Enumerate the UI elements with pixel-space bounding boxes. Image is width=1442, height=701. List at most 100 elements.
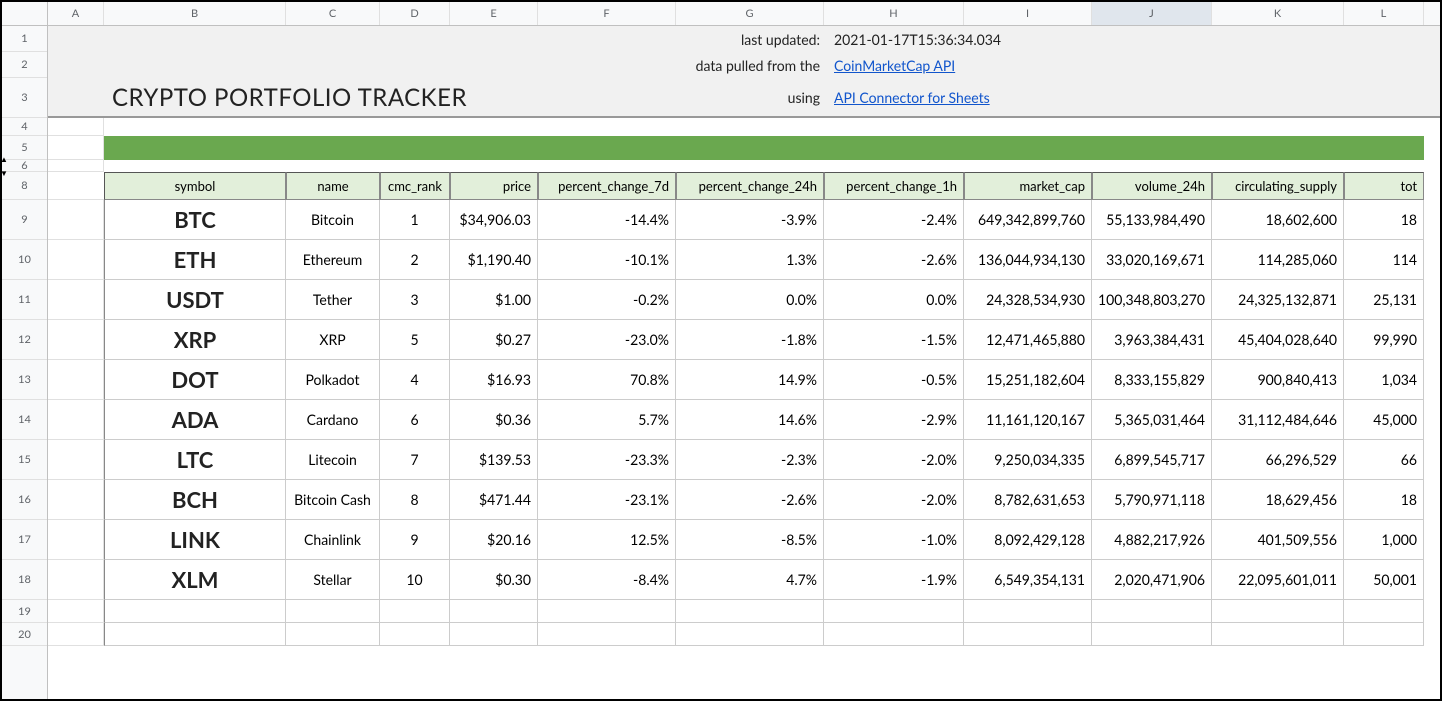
cell-rank[interactable]: 10 xyxy=(380,560,450,600)
cell-circ[interactable]: 22,095,601,011 xyxy=(1212,560,1344,600)
cell-price[interactable]: $1,190.40 xyxy=(450,240,538,280)
row-header-12[interactable]: 12 xyxy=(2,320,47,360)
cell-rank[interactable]: 2 xyxy=(380,240,450,280)
col-header-H[interactable]: H xyxy=(824,2,964,25)
cell-J19[interactable] xyxy=(1092,600,1212,623)
cell-B20[interactable] xyxy=(104,623,286,646)
cell-vol[interactable]: 100,348,803,270 xyxy=(1092,280,1212,320)
cell-circ[interactable]: 114,285,060 xyxy=(1212,240,1344,280)
cell-vol[interactable]: 5,790,971,118 xyxy=(1092,480,1212,520)
cell-symbol[interactable]: BTC xyxy=(104,200,286,240)
cell-circ[interactable]: 24,325,132,871 xyxy=(1212,280,1344,320)
cell-H20[interactable] xyxy=(824,623,964,646)
cell-rank[interactable]: 7 xyxy=(380,440,450,480)
cell-L19[interactable] xyxy=(1344,600,1424,623)
cell-total[interactable]: 66 xyxy=(1344,440,1424,480)
row-header-17[interactable]: 17 xyxy=(2,520,47,560)
cell-pc7d[interactable]: -23.3% xyxy=(538,440,676,480)
cell-A19[interactable] xyxy=(48,600,104,623)
collapse-up-icon[interactable]: ▲ xyxy=(0,154,8,164)
cell-circ[interactable]: 31,112,484,646 xyxy=(1212,400,1344,440)
row-header-18[interactable]: 18 xyxy=(2,560,47,600)
cell-pc24h[interactable]: -2.3% xyxy=(676,440,824,480)
cell-mcap[interactable]: 649,342,899,760 xyxy=(964,200,1092,240)
collapse-down-icon[interactable]: ▼ xyxy=(0,168,8,178)
cell-price[interactable]: $34,906.03 xyxy=(450,200,538,240)
th-name[interactable]: name xyxy=(286,172,380,200)
cell-pc24h[interactable]: -2.6% xyxy=(676,480,824,520)
cell-pc1h[interactable]: 0.0% xyxy=(824,280,964,320)
cell-pc7d[interactable]: -0.2% xyxy=(538,280,676,320)
cell-mcap[interactable]: 8,782,631,653 xyxy=(964,480,1092,520)
cell-A1[interactable] xyxy=(48,26,104,52)
th-total[interactable]: tot xyxy=(1344,172,1424,200)
cell-B19[interactable] xyxy=(104,600,286,623)
cell-circ[interactable]: 45,404,028,640 xyxy=(1212,320,1344,360)
cell-symbol[interactable]: BCH xyxy=(104,480,286,520)
cell-total[interactable]: 18 xyxy=(1344,480,1424,520)
th-mcap[interactable]: market_cap xyxy=(964,172,1092,200)
row-header-11[interactable]: 11 xyxy=(2,280,47,320)
th-symbol[interactable]: symbol xyxy=(104,172,286,200)
cell-B2[interactable] xyxy=(104,52,538,78)
cell-total[interactable]: 50,001 xyxy=(1344,560,1424,600)
cell-pc24h[interactable]: 1.3% xyxy=(676,240,824,280)
cell-A3[interactable] xyxy=(48,78,104,116)
select-all-corner[interactable] xyxy=(2,2,47,26)
cell-pc7d[interactable]: 12.5% xyxy=(538,520,676,560)
row-header-20[interactable]: 20 xyxy=(2,623,47,646)
row-header-2[interactable]: 2 xyxy=(2,52,47,78)
cell-symbol[interactable]: ADA xyxy=(104,400,286,440)
cell-vol[interactable]: 4,882,217,926 xyxy=(1092,520,1212,560)
col-header-J[interactable]: J xyxy=(1092,2,1212,25)
row-header-5[interactable]: 5 xyxy=(2,136,47,160)
cell-pc1h[interactable]: -1.5% xyxy=(824,320,964,360)
cell-rank[interactable]: 3 xyxy=(380,280,450,320)
row-header-13[interactable]: 13 xyxy=(2,360,47,400)
th-pc1h[interactable]: percent_change_1h xyxy=(824,172,964,200)
cell-total[interactable]: 114 xyxy=(1344,240,1424,280)
cell-E19[interactable] xyxy=(450,600,538,623)
cell-K20[interactable] xyxy=(1212,623,1344,646)
cell-B1[interactable] xyxy=(104,26,538,52)
col-header-C[interactable]: C xyxy=(286,2,380,25)
cell-price[interactable]: $139.53 xyxy=(450,440,538,480)
cell-pc7d[interactable]: -8.4% xyxy=(538,560,676,600)
cell-A4[interactable] xyxy=(48,118,104,136)
cell-symbol[interactable]: XRP xyxy=(104,320,286,360)
cell-A2[interactable] xyxy=(48,52,104,78)
cell-pc7d[interactable]: -14.4% xyxy=(538,200,676,240)
col-header-L[interactable]: L xyxy=(1344,2,1424,25)
cell-F19[interactable] xyxy=(538,600,676,623)
cell-pc7d[interactable]: -23.0% xyxy=(538,320,676,360)
cell-mcap[interactable]: 136,044,934,130 xyxy=(964,240,1092,280)
coinmarketcap-link[interactable]: CoinMarketCap API xyxy=(834,57,955,74)
cell-A5[interactable] xyxy=(48,136,104,160)
cell-total[interactable]: 25,131 xyxy=(1344,280,1424,320)
col-header-I[interactable]: I xyxy=(964,2,1092,25)
cell-circ[interactable]: 18,602,600 xyxy=(1212,200,1344,240)
cell-symbol[interactable]: LINK xyxy=(104,520,286,560)
row-header-10[interactable]: 10 xyxy=(2,240,47,280)
cell-vol[interactable]: 8,333,155,829 xyxy=(1092,360,1212,400)
cell-vol[interactable]: 55,133,984,490 xyxy=(1092,200,1212,240)
cell-pc24h[interactable]: 14.9% xyxy=(676,360,824,400)
cell-C19[interactable] xyxy=(286,600,380,623)
cell-source-label[interactable]: data pulled from the xyxy=(538,52,824,78)
cell-mcap[interactable]: 8,092,429,128 xyxy=(964,520,1092,560)
cell-mcap[interactable]: 11,161,120,167 xyxy=(964,400,1092,440)
cell-symbol[interactable]: XLM xyxy=(104,560,286,600)
cell-circ[interactable]: 900,840,413 xyxy=(1212,360,1344,400)
cell-D19[interactable] xyxy=(380,600,450,623)
th-rank[interactable]: cmc_rank xyxy=(380,172,450,200)
cell-pc24h[interactable]: 4.7% xyxy=(676,560,824,600)
cell-A-data[interactable] xyxy=(48,200,104,240)
cell-circ[interactable]: 18,629,456 xyxy=(1212,480,1344,520)
row-header-1[interactable]: 1 xyxy=(2,26,47,52)
cell-vol[interactable]: 2,020,471,906 xyxy=(1092,560,1212,600)
cell-pc7d[interactable]: 70.8% xyxy=(538,360,676,400)
cell-rank[interactable]: 4 xyxy=(380,360,450,400)
row-header-14[interactable]: 14 xyxy=(2,400,47,440)
row-header-15[interactable]: 15 xyxy=(2,440,47,480)
cell-pc1h[interactable]: -2.0% xyxy=(824,480,964,520)
